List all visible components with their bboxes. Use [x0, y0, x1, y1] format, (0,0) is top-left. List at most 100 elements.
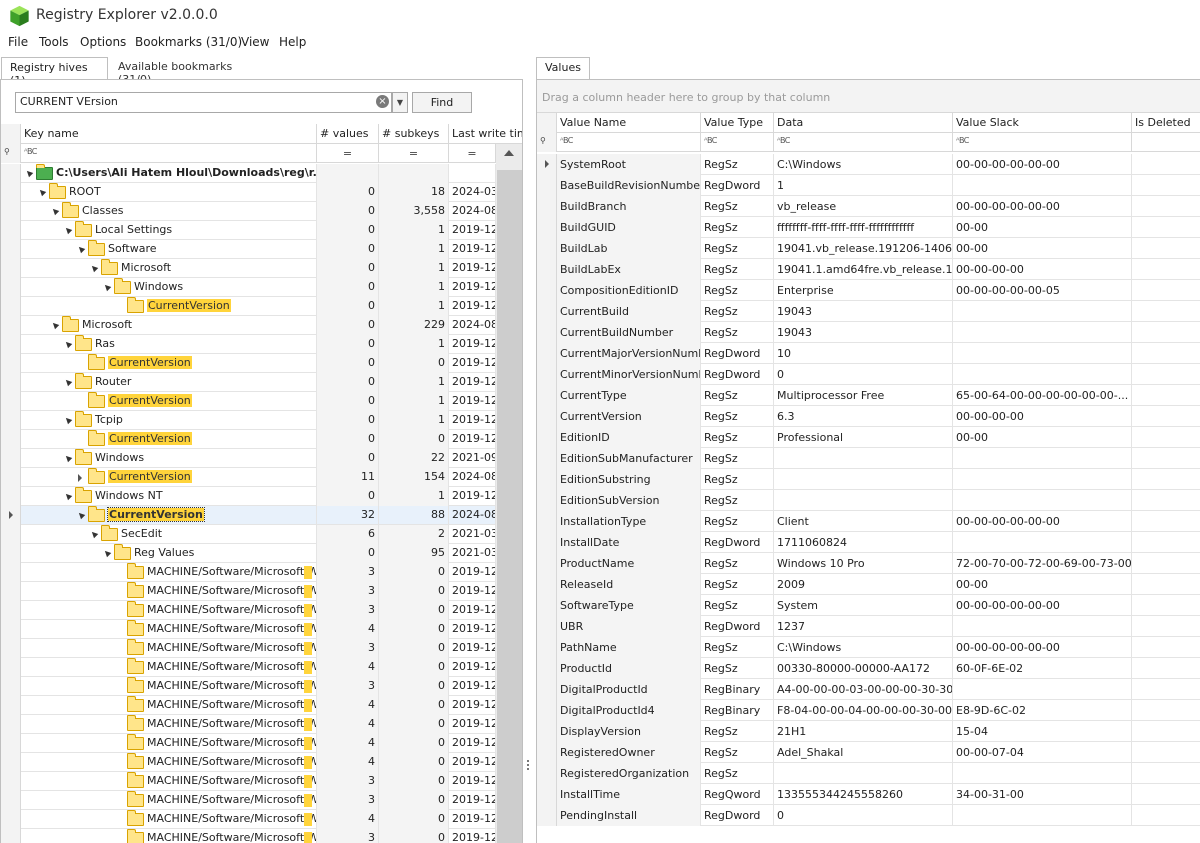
expanded-arrow-icon[interactable]: [63, 453, 73, 463]
row-indicator[interactable]: [537, 574, 557, 595]
col-key-name[interactable]: Key name: [21, 124, 317, 144]
menu-file[interactable]: File: [8, 35, 28, 49]
value-row[interactable]: PendingInstall RegDword 0: [537, 805, 1200, 826]
key-name-cell[interactable]: MACHINE/Software/Microsoft/W: [21, 601, 317, 620]
key-name-cell[interactable]: C:\Users\Ali Hatem Hloul\Downloads\reg\r…: [21, 164, 317, 183]
row-indicator[interactable]: [1, 734, 21, 753]
key-row[interactable]: MACHINE/Software/Microsoft/W302019-12-: [1, 639, 496, 658]
value-row[interactable]: DigitalProductId4 RegBinary F8-04-00-00-04…: [537, 700, 1200, 721]
key-row[interactable]: Microsoft 012019-12-: [1, 259, 496, 278]
value-row[interactable]: EditionSubstring RegSz: [537, 469, 1200, 490]
col-subkeys[interactable]: # subkeys: [379, 124, 449, 144]
row-indicator[interactable]: [537, 259, 557, 280]
key-row[interactable]: MACHINE/Software/Microsoft/W402019-12-: [1, 696, 496, 715]
row-indicator[interactable]: [1, 335, 21, 354]
panel-splitter[interactable]: [527, 760, 530, 774]
search-input[interactable]: CURRENT VErsion: [15, 92, 392, 113]
key-row[interactable]: CurrentVersion 111542024-08-: [1, 468, 496, 487]
key-name-cell[interactable]: CurrentVersion: [21, 392, 317, 411]
menu-help[interactable]: Help: [279, 35, 306, 49]
menu-tools[interactable]: Tools: [39, 35, 69, 49]
key-name-cell[interactable]: Classes: [21, 202, 317, 221]
col-data[interactable]: Data: [774, 113, 953, 133]
key-row[interactable]: MACHINE/Software/Microsoft/W402019-12-: [1, 715, 496, 734]
row-indicator[interactable]: [1, 164, 21, 183]
find-button[interactable]: Find: [412, 92, 472, 113]
value-row[interactable]: DigitalProductId RegBinary A4-00-00-00-03-…: [537, 679, 1200, 700]
row-indicator[interactable]: [1, 183, 21, 202]
row-indicator[interactable]: [537, 721, 557, 742]
key-name-cell[interactable]: SecEdit: [21, 525, 317, 544]
key-name-cell[interactable]: CurrentVersion: [21, 468, 317, 487]
key-name-cell[interactable]: CurrentVersion: [21, 354, 317, 373]
key-name-cell[interactable]: MACHINE/Software/Microsoft/W: [21, 772, 317, 791]
row-indicator[interactable]: [1, 202, 21, 221]
collapsed-arrow-icon[interactable]: [78, 474, 82, 482]
key-row[interactable]: MACHINE/Software/Microsoft/W302019-12-: [1, 563, 496, 582]
tab-values[interactable]: Values: [536, 57, 590, 79]
row-indicator[interactable]: [1, 430, 21, 449]
key-name-cell[interactable]: Microsoft: [21, 316, 317, 335]
filter-key-name[interactable]: ᴬBC: [21, 144, 317, 163]
row-indicator[interactable]: [1, 506, 21, 525]
menu-view[interactable]: View: [241, 35, 269, 49]
row-indicator[interactable]: [537, 805, 557, 826]
key-row[interactable]: Microsoft 02292024-08-: [1, 316, 496, 335]
row-indicator[interactable]: [1, 373, 21, 392]
key-row[interactable]: Windows 012019-12-: [1, 278, 496, 297]
key-name-cell[interactable]: MACHINE/Software/Microsoft/W: [21, 582, 317, 601]
key-name-cell[interactable]: MACHINE/Software/Microsoft/W: [21, 734, 317, 753]
key-row[interactable]: Windows 0222021-09-: [1, 449, 496, 468]
menu-options[interactable]: Options: [80, 35, 126, 49]
filter-data[interactable]: ᴬBC: [774, 133, 953, 152]
value-row[interactable]: EditionSubManufacturer RegSz: [537, 448, 1200, 469]
value-row[interactable]: SystemRoot RegSz C:\Windows 00-00-00-00-00-…: [537, 154, 1200, 175]
tab-available-bookmarks[interactable]: Available bookmarks (31/0): [110, 57, 260, 86]
row-indicator[interactable]: [537, 616, 557, 637]
key-row[interactable]: ROOT 0182024-03-: [1, 183, 496, 202]
key-row[interactable]: Local Settings 012019-12-: [1, 221, 496, 240]
row-indicator[interactable]: [537, 448, 557, 469]
row-indicator[interactable]: [537, 154, 557, 175]
row-indicator[interactable]: [537, 301, 557, 322]
key-name-cell[interactable]: MACHINE/Software/Microsoft/W: [21, 753, 317, 772]
row-indicator[interactable]: [537, 637, 557, 658]
key-name-cell[interactable]: Software: [21, 240, 317, 259]
row-indicator[interactable]: [537, 700, 557, 721]
row-indicator[interactable]: [1, 582, 21, 601]
key-name-cell[interactable]: MACHINE/Software/Microsoft/W: [21, 810, 317, 829]
search-dropdown-button[interactable]: ▼: [392, 92, 408, 113]
key-name-cell[interactable]: CurrentVersion: [21, 506, 317, 525]
key-name-cell[interactable]: Windows NT: [21, 487, 317, 506]
row-indicator[interactable]: [1, 639, 21, 658]
row-indicator[interactable]: [1, 791, 21, 810]
key-row[interactable]: Router 012019-12-: [1, 373, 496, 392]
key-name-cell[interactable]: Windows: [21, 449, 317, 468]
key-name-cell[interactable]: MACHINE/Software/Microsoft/W: [21, 658, 317, 677]
row-indicator[interactable]: [537, 553, 557, 574]
value-row[interactable]: BuildLabEx RegSz 19041.1.amd64fre.vb_relea…: [537, 259, 1200, 280]
col-value-slack[interactable]: Value Slack: [953, 113, 1132, 133]
row-indicator[interactable]: [1, 487, 21, 506]
filter-value-name[interactable]: ᴬBC: [557, 133, 701, 152]
menu-bookmarks[interactable]: Bookmarks (31/0): [135, 35, 242, 49]
scroll-thumb[interactable]: [497, 170, 522, 843]
row-indicator[interactable]: [537, 784, 557, 805]
row-indicator[interactable]: [537, 385, 557, 406]
expanded-arrow-icon[interactable]: [63, 415, 73, 425]
key-name-cell[interactable]: MACHINE/Software/Microsoft/W: [21, 563, 317, 582]
value-row[interactable]: CurrentBuild RegSz 19043: [537, 301, 1200, 322]
expanded-arrow-icon[interactable]: [89, 529, 99, 539]
value-row[interactable]: ProductName RegSz Windows 10 Pro 72-00-70-0…: [537, 553, 1200, 574]
row-indicator[interactable]: [537, 364, 557, 385]
key-name-cell[interactable]: Reg Values: [21, 544, 317, 563]
row-indicator[interactable]: [1, 544, 21, 563]
row-indicator[interactable]: [537, 196, 557, 217]
filter-value-slack[interactable]: ᴬBC: [953, 133, 1132, 152]
key-name-cell[interactable]: MACHINE/Software/Microsoft/W: [21, 791, 317, 810]
value-row[interactable]: DisplayVersion RegSz 21H1 15-04: [537, 721, 1200, 742]
value-row[interactable]: CurrentBuildNumber RegSz 19043: [537, 322, 1200, 343]
key-row[interactable]: MACHINE/Software/Microsoft/W302019-12-: [1, 791, 496, 810]
tab-registry-hives[interactable]: Registry hives (1): [1, 57, 108, 87]
row-indicator[interactable]: [1, 449, 21, 468]
